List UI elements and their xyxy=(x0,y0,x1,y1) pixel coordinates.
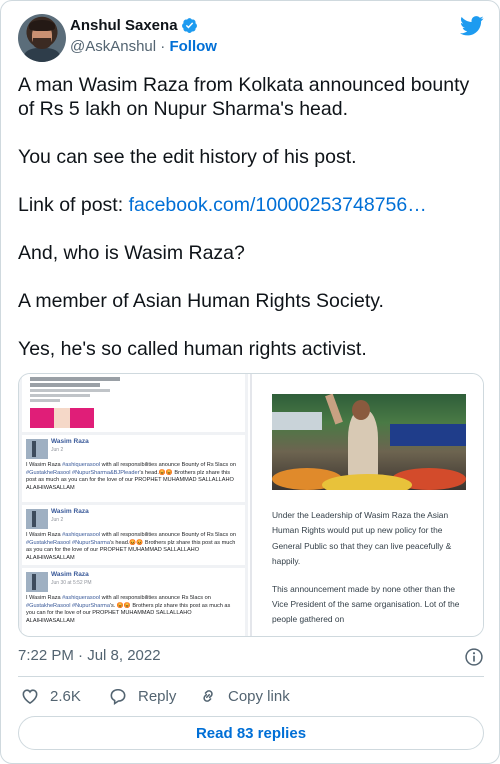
tweet-paragraph: A man Wasim Raza from Kolkata announced … xyxy=(18,74,470,120)
post-author: Wasim Raza xyxy=(51,438,89,445)
tweet-actions: 2.6K Reply Copy link xyxy=(18,684,484,708)
article-paragraph: Under the Leadership of Wasim Raza the A… xyxy=(272,510,452,567)
facebook-header-snippet xyxy=(22,374,245,432)
tweet-link-line: Link of post: facebook.com/1000025374875… xyxy=(18,193,488,217)
tweet-paragraph: A member of Asian Human Rights Society. xyxy=(18,290,384,312)
post-date: Jun 30 at 5:52 PM xyxy=(51,580,92,586)
separator-dot: · xyxy=(160,38,166,55)
tweet-card: Anshul Saxena @AskAnshul · Follow A man … xyxy=(0,0,500,764)
like-button[interactable]: 2.6K xyxy=(20,684,81,708)
link-prefix: Link of post: xyxy=(18,194,129,216)
info-icon[interactable] xyxy=(464,647,484,667)
article-text: Under the Leadership of Wasim Raza the A… xyxy=(272,508,468,636)
tweet-paragraph: And, who is Wasim Raza? xyxy=(18,242,245,264)
reply-bubble-icon xyxy=(110,688,126,705)
post-date: Jun 2 xyxy=(51,447,64,453)
link-icon xyxy=(203,690,213,702)
post-body: I Wasim Raza #ashiquerasool with all res… xyxy=(26,532,237,561)
post-author: Wasim Raza xyxy=(51,571,89,578)
twitter-bird-icon[interactable] xyxy=(460,16,484,36)
facebook-post: Wasim Raza Jun 30 at 5:52 PM I Wasim Raz… xyxy=(22,568,245,636)
heart-icon xyxy=(22,689,38,705)
facebook-post: Wasim Raza Jun 2 I Wasim Raza #ashiquera… xyxy=(22,435,245,502)
author-name-row[interactable]: Anshul Saxena xyxy=(70,17,198,34)
tweet-paragraph: You can see the edit history of his post… xyxy=(18,146,357,168)
post-avatar xyxy=(26,509,48,529)
facebook-screenshot-image[interactable]: Wasim Raza Jun 2 I Wasim Raza #ashiquera… xyxy=(19,374,248,636)
post-body: I Wasim Raza #ashiquerasool with all res… xyxy=(26,462,237,491)
read-replies-label: Read 83 replies xyxy=(195,724,307,742)
post-link[interactable]: facebook.com/10000253748756… xyxy=(129,194,427,216)
post-body: I Wasim Raza #ashiquerasool with all res… xyxy=(26,595,231,624)
article-screenshot-image[interactable]: Under the Leadership of Wasim Raza the A… xyxy=(250,374,483,636)
copy-link-label: Copy link xyxy=(228,687,290,705)
article-paragraph: This announcement made by none other tha… xyxy=(272,583,460,625)
divider xyxy=(18,676,484,677)
tweet-text: A man Wasim Raza from Kolkata announced … xyxy=(18,73,488,385)
like-count: 2.6K xyxy=(50,687,81,705)
author-handle[interactable]: @AskAnshul xyxy=(70,38,156,55)
avatar[interactable] xyxy=(18,14,66,62)
post-avatar xyxy=(26,439,48,459)
rally-photo xyxy=(272,394,466,490)
read-replies-button[interactable]: Read 83 replies xyxy=(18,716,484,750)
media-attachments[interactable]: Wasim Raza Jun 2 I Wasim Raza #ashiquera… xyxy=(18,373,484,637)
author-name[interactable]: Anshul Saxena xyxy=(70,17,178,34)
facebook-post: Wasim Raza Jun 2 I Wasim Raza #ashiquera… xyxy=(22,505,245,565)
tweet-timestamp[interactable]: 7:22 PM · Jul 8, 2022 xyxy=(18,647,161,664)
post-date: Jun 2 xyxy=(51,517,64,523)
post-author: Wasim Raza xyxy=(51,508,89,515)
follow-button[interactable]: Follow xyxy=(169,38,217,55)
tweet-paragraph: Yes, he's so called human rights activis… xyxy=(18,338,367,360)
verified-badge-icon xyxy=(181,18,197,33)
author-handle-row: @AskAnshul · Follow xyxy=(70,38,217,55)
copy-link-button[interactable]: Copy link xyxy=(198,684,290,708)
reply-label: Reply xyxy=(138,687,177,705)
post-avatar xyxy=(26,572,48,592)
tweet-header: Anshul Saxena @AskAnshul · Follow xyxy=(18,14,484,62)
profile-photo-thumbnail xyxy=(30,408,94,428)
reply-button[interactable]: Reply xyxy=(108,684,176,708)
tweet-meta: 7:22 PM · Jul 8, 2022 xyxy=(18,647,484,667)
